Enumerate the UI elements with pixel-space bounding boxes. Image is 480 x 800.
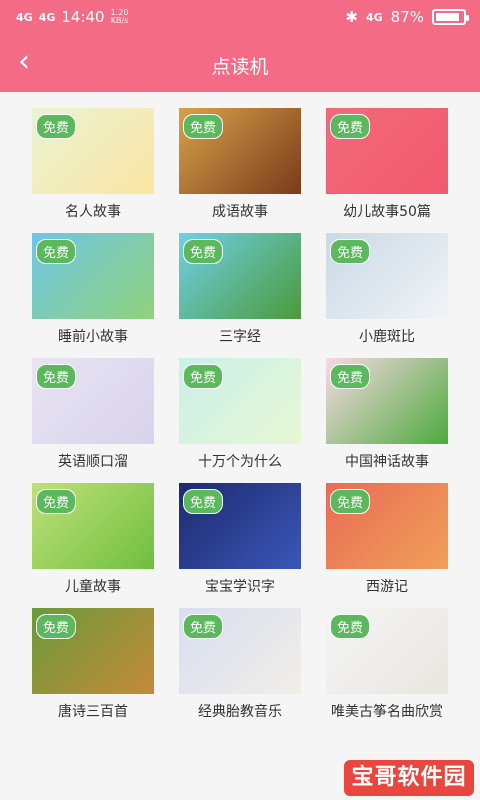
grid-item-label: 十万个为什么 [198,454,282,470]
grid-item[interactable]: 免费小鹿斑比 [326,233,448,353]
free-badge: 免费 [330,614,371,639]
thumbnail-image[interactable]: 免费 [326,358,448,444]
thumbnail-image[interactable]: 免费 [179,358,301,444]
free-badge: 免费 [183,114,224,139]
free-badge: 免费 [330,114,371,139]
thumbnail-image[interactable]: 免费 [326,233,448,319]
free-badge: 免费 [36,239,77,264]
thumbnail-image[interactable]: 免费 [179,233,301,319]
free-badge: 免费 [330,364,371,389]
free-badge: 免费 [330,239,371,264]
grid-item-label: 幼儿故事50篇 [343,204,431,220]
thumbnail-image[interactable]: 免费 [32,233,154,319]
network-1: 4G [16,10,33,24]
grid-item[interactable]: 免费三字经 [179,233,301,353]
grid-item-label: 名人故事 [65,204,121,220]
free-badge: 免费 [183,489,224,514]
bluetooth-icon: ✱ [345,8,358,26]
watermark-logo: 宝哥软件园 [344,760,474,796]
grid-item[interactable]: 免费经典胎教音乐 [179,608,301,728]
network-right: 4G [365,10,383,24]
network-speed: 1.20 KB/s [110,8,129,25]
free-badge: 免费 [36,114,77,139]
thumbnail-image[interactable]: 免费 [32,108,154,194]
grid-item-label: 睡前小故事 [58,329,128,345]
network-2: 4G [38,10,56,24]
grid-item-label: 三字经 [219,329,261,345]
status-bar: 4G 4G 14:40 1.20 KB/s ✱ 4G 87% [0,0,480,36]
grid-item[interactable]: 免费唐诗三百首 [32,608,154,728]
grid-item[interactable]: 免费西游记 [326,483,448,603]
battery-fill [436,13,459,21]
grid-item[interactable]: 免费睡前小故事 [32,233,154,353]
battery-icon [432,9,469,25]
grid-item-label: 唯美古筝名曲欣赏 [331,704,443,720]
clock: 14:40 [61,8,105,26]
page-title: 点读机 [211,56,269,78]
thumbnail-image[interactable]: 免费 [326,108,448,194]
thumbnail-image[interactable]: 免费 [179,108,301,194]
thumbnail-image[interactable]: 免费 [32,608,154,694]
grid-item-label: 小鹿斑比 [359,329,415,345]
grid-item[interactable]: 免费儿童故事 [32,483,154,603]
thumbnail-image[interactable]: 免费 [179,608,301,694]
thumbnail-image[interactable]: 免费 [32,358,154,444]
grid-item[interactable]: 免费幼儿故事50篇 [326,108,448,228]
grid-item-label: 成语故事 [212,204,268,220]
free-badge: 免费 [183,614,224,639]
free-badge: 免费 [36,614,77,639]
free-badge: 免费 [36,364,77,389]
grid-item-label: 西游记 [366,579,408,595]
grid-item-label: 唐诗三百首 [58,704,128,720]
grid-item[interactable]: 免费名人故事 [32,108,154,228]
thumbnail-image[interactable]: 免费 [179,483,301,569]
grid-item[interactable]: 免费成语故事 [179,108,301,228]
grid-item-label: 中国神话故事 [345,454,429,470]
grid-item-label: 英语顺口溜 [58,454,128,470]
thumbnail-image[interactable]: 免费 [32,483,154,569]
free-badge: 免费 [330,489,371,514]
grid-item[interactable]: 免费中国神话故事 [326,358,448,478]
grid-item-label: 经典胎教音乐 [198,704,282,720]
grid-item[interactable]: 免费宝宝学识字 [179,483,301,603]
header-bar: 4G 4G 14:40 1.20 KB/s ✱ 4G 87% ‹ 点读机 [0,0,480,92]
grid-item-label: 宝宝学识字 [205,579,275,595]
navigation-bar: ‹ 点读机 [0,36,480,92]
free-badge: 免费 [183,239,224,264]
battery-text: 87% [390,8,424,26]
grid-item[interactable]: 免费英语顺口溜 [32,358,154,478]
free-badge: 免费 [36,489,77,514]
grid-item-label: 儿童故事 [65,579,121,595]
thumbnail-image[interactable]: 免费 [326,483,448,569]
grid-item[interactable]: 免费十万个为什么 [179,358,301,478]
thumbnail-image[interactable]: 免费 [326,608,448,694]
free-badge: 免费 [183,364,224,389]
grid-item[interactable]: 免费唯美古筝名曲欣赏 [326,608,448,728]
